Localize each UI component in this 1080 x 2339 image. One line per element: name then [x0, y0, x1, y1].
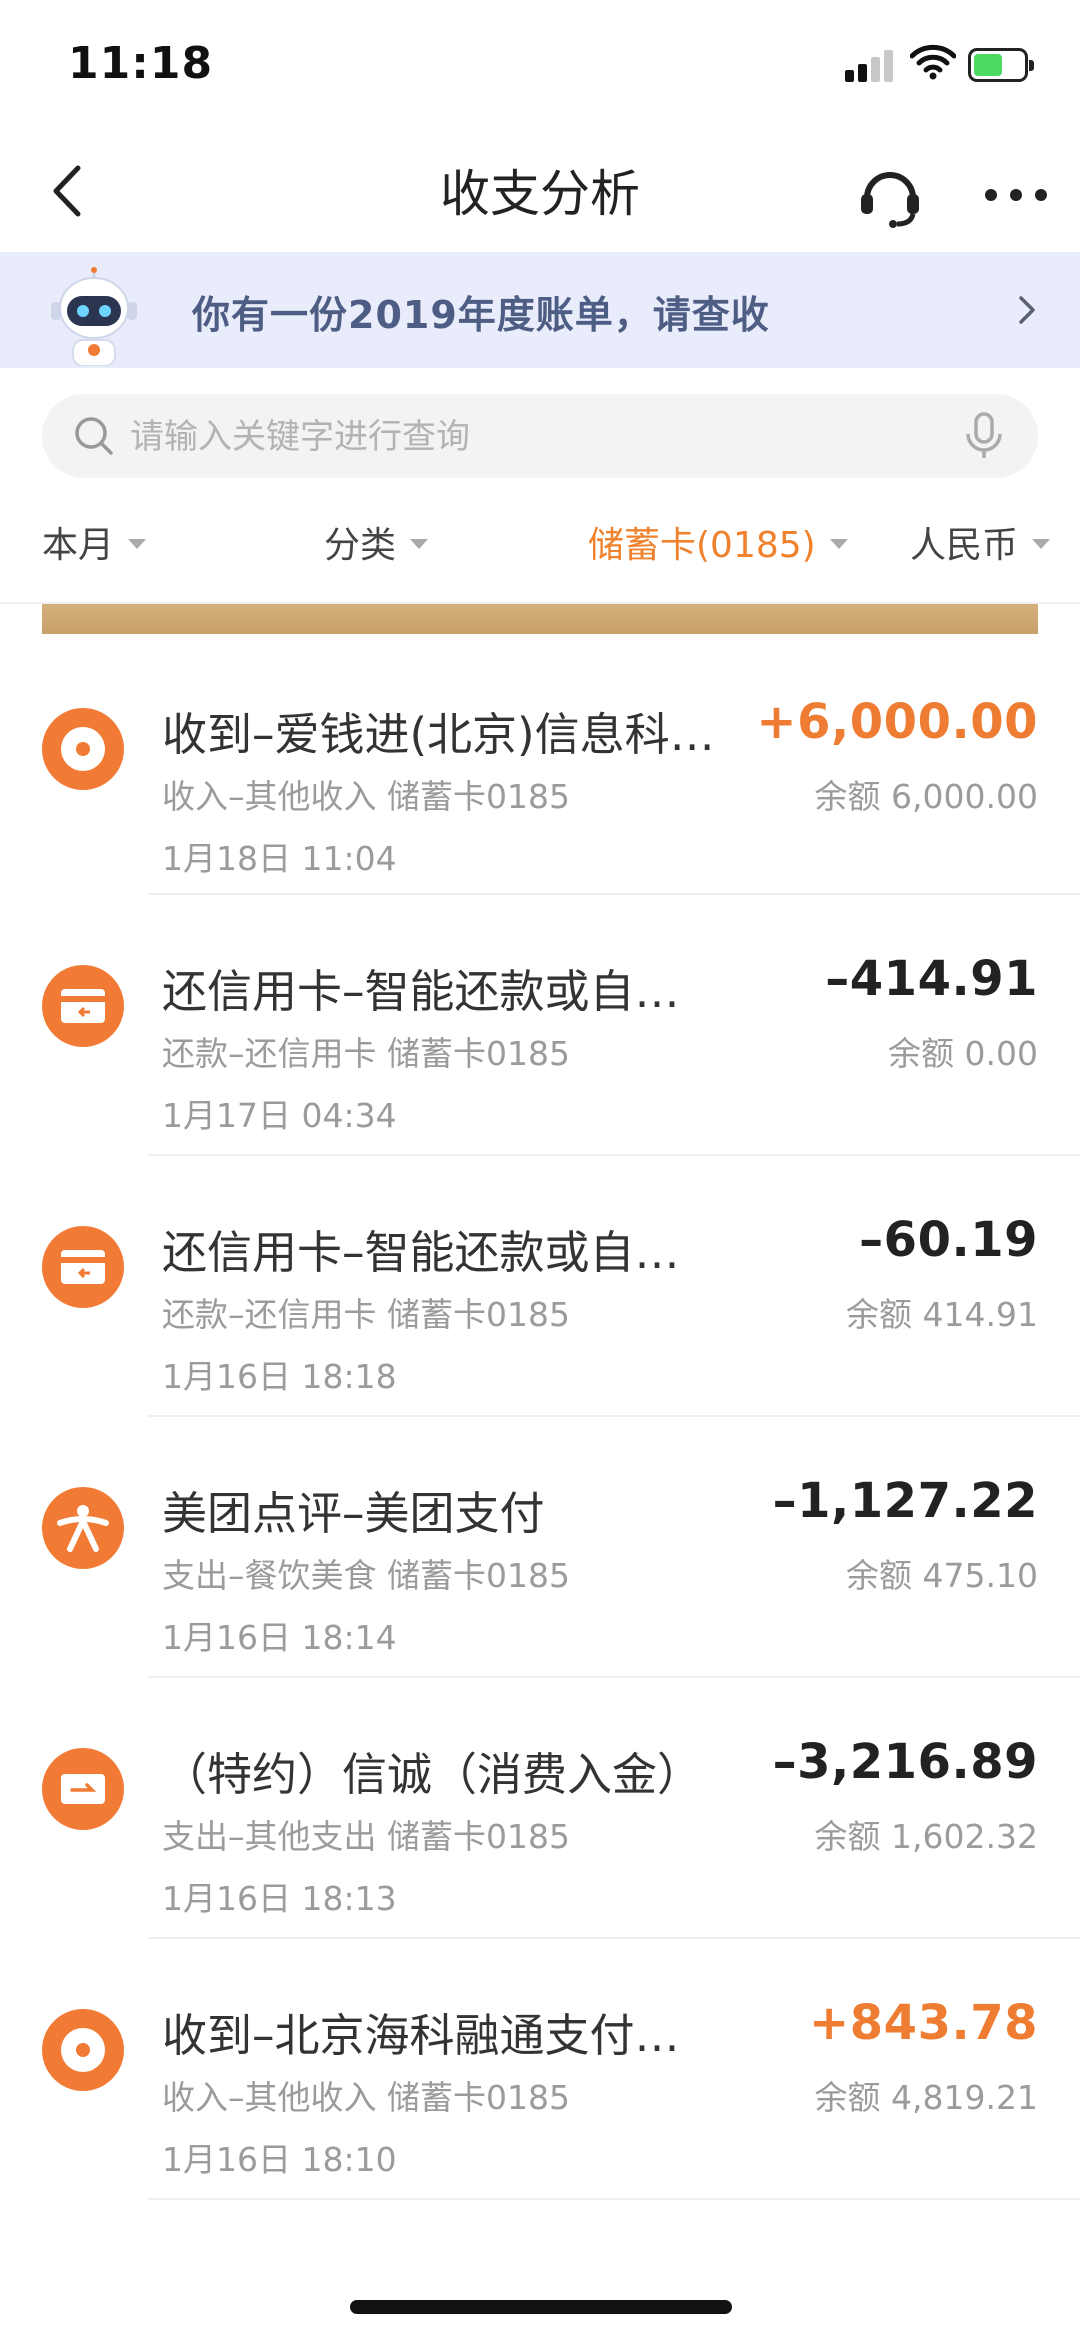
filter-bar: 本月 分类 储蓄卡(0185) 人民币 — [0, 500, 1080, 590]
home-indicator[interactable] — [350, 2300, 732, 2314]
row-divider — [148, 2198, 1080, 2200]
transaction-category: 还款–还信用卡 储蓄卡0185 — [162, 1295, 570, 1334]
transaction-amount: +843.78 — [809, 1995, 1038, 2051]
transaction-category: 还款–还信用卡 储蓄卡0185 — [162, 1034, 570, 1073]
search-icon — [75, 417, 113, 455]
filter-category-label: 分类 — [324, 525, 397, 566]
transaction-row[interactable]: 收到–爱钱进(北京)信息科… +6,000.00 收入–其他收入 储蓄卡0185… — [0, 634, 1080, 895]
transaction-row[interactable]: 还信用卡–智能还款或自… –60.19 还款–还信用卡 储蓄卡0185 余额 4… — [0, 1156, 1080, 1417]
caret-down-icon — [410, 539, 429, 549]
transaction-amount: –60.19 — [859, 1212, 1038, 1268]
transaction-title: 收到–北京海科融通支付… — [162, 2009, 680, 2062]
transaction-row[interactable]: 美团点评–美团支付 –1,127.22 支出–餐饮美食 储蓄卡0185 余额 4… — [0, 1417, 1080, 1678]
more-dots-icon[interactable] — [985, 185, 1047, 205]
meituan-logo-icon — [42, 1487, 124, 1569]
transaction-balance: 余额 4,819.21 — [814, 2078, 1038, 2117]
filter-currency-label: 人民币 — [910, 525, 1019, 566]
transaction-category: 收入–其他收入 储蓄卡0185 — [162, 777, 570, 816]
caret-down-icon — [829, 539, 848, 549]
transaction-title: 收到–爱钱进(北京)信息科… — [162, 708, 715, 761]
coin-icon — [42, 2009, 124, 2091]
transaction-time: 1月16日 18:13 — [162, 1879, 397, 1918]
credit-card-repay-icon — [42, 965, 124, 1047]
transaction-time: 1月16日 18:10 — [162, 2140, 397, 2179]
transaction-balance: 余额 475.10 — [846, 1556, 1038, 1595]
transaction-row[interactable]: 还信用卡–智能还款或自… –414.91 还款–还信用卡 储蓄卡0185 余额 … — [0, 895, 1080, 1156]
caret-down-icon — [128, 539, 147, 549]
search-input[interactable] — [128, 394, 952, 480]
filter-currency[interactable]: 人民币 — [910, 516, 1051, 568]
headset-icon[interactable] — [855, 160, 925, 230]
transaction-title: 美团点评–美团支付 — [162, 1487, 545, 1540]
transaction-time: 1月17日 04:34 — [162, 1096, 397, 1135]
wifi-icon — [910, 44, 956, 80]
chevron-right-icon — [1019, 296, 1035, 324]
transaction-balance: 余额 0.00 — [888, 1034, 1038, 1073]
filter-category[interactable]: 分类 — [324, 516, 429, 568]
transaction-balance: 余额 6,000.00 — [814, 777, 1038, 816]
transaction-category: 支出–餐饮美食 储蓄卡0185 — [162, 1556, 570, 1595]
transaction-time: 1月16日 18:14 — [162, 1618, 397, 1657]
robot-mascot-icon — [51, 267, 137, 366]
nav-bar: 收支分析 — [0, 130, 1080, 250]
caret-down-icon — [1032, 539, 1051, 549]
transaction-title: （特约）信诚（消费入金） — [162, 1748, 703, 1801]
coin-icon — [42, 708, 124, 790]
transaction-amount: –1,127.22 — [772, 1473, 1038, 1529]
transaction-category: 收入–其他收入 储蓄卡0185 — [162, 2078, 570, 2117]
annual-bill-banner[interactable]: 你有一份2019年度账单，请查收 — [0, 252, 1080, 368]
transfer-icon — [42, 1748, 124, 1830]
transaction-amount: –3,216.89 — [772, 1734, 1038, 1790]
transaction-title: 还信用卡–智能还款或自… — [162, 1226, 680, 1279]
transaction-balance: 余额 414.91 — [846, 1295, 1038, 1334]
transaction-category: 支出–其他支出 储蓄卡0185 — [162, 1817, 570, 1856]
filter-card[interactable]: 储蓄卡(0185) — [588, 516, 848, 568]
transaction-time: 1月18日 11:04 — [162, 839, 397, 878]
filter-month[interactable]: 本月 — [42, 516, 147, 568]
transaction-row[interactable]: （特约）信诚（消费入金） –3,216.89 支出–其他支出 储蓄卡0185 余… — [0, 1678, 1080, 1939]
search-bar[interactable] — [42, 394, 1038, 480]
transaction-list: 收到–爱钱进(北京)信息科… +6,000.00 收入–其他收入 储蓄卡0185… — [0, 634, 1080, 2200]
transaction-amount: +6,000.00 — [756, 694, 1038, 750]
status-bar: 11:18 — [0, 0, 1080, 130]
banner-text: 你有一份2019年度账单，请查收 — [192, 293, 770, 337]
credit-card-repay-icon — [42, 1226, 124, 1308]
transaction-time: 1月16日 18:18 — [162, 1357, 397, 1396]
transaction-row[interactable]: 收到–北京海科融通支付… +843.78 收入–其他收入 储蓄卡0185 余额 … — [0, 1939, 1080, 2200]
filter-card-label: 储蓄卡(0185) — [588, 525, 816, 566]
microphone-icon[interactable] — [960, 410, 1008, 462]
cellular-signal-icon — [845, 50, 897, 82]
transaction-amount: –414.91 — [825, 951, 1038, 1007]
summary-card-edge — [42, 604, 1038, 634]
transaction-balance: 余额 1,602.32 — [814, 1817, 1038, 1856]
battery-icon — [968, 48, 1034, 82]
status-time: 11:18 — [68, 38, 214, 89]
transaction-title: 还信用卡–智能还款或自… — [162, 965, 680, 1018]
filter-month-label: 本月 — [42, 525, 115, 566]
